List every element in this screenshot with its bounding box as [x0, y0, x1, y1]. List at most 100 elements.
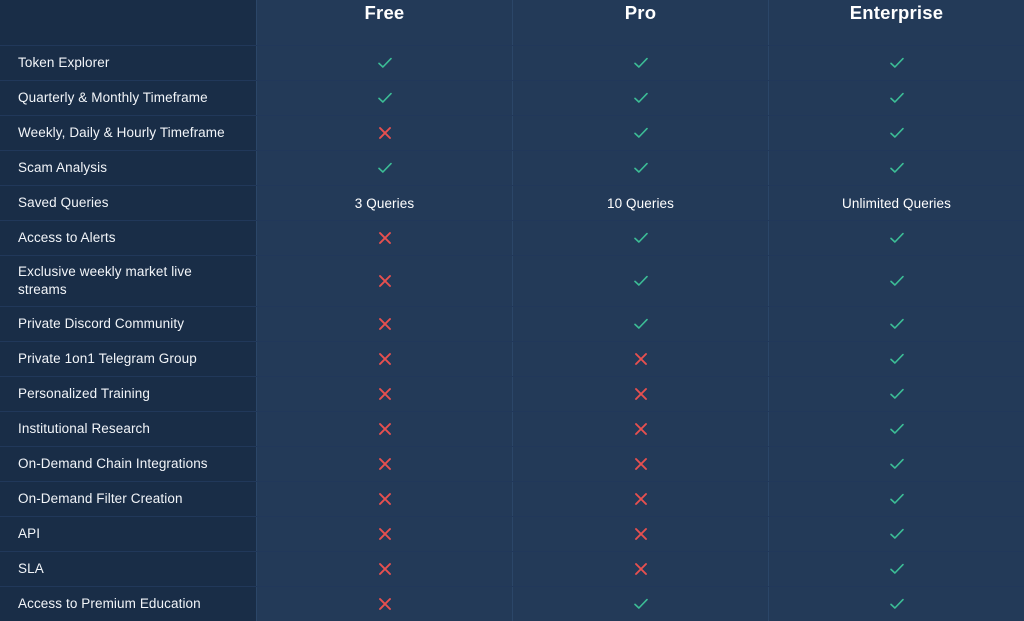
check-icon — [631, 53, 651, 73]
feature-label: Access to Alerts — [18, 230, 116, 246]
check-icon — [887, 489, 907, 509]
cell-value-text: 3 Queries — [354, 195, 415, 211]
cross-icon — [631, 349, 651, 369]
feature-label: Scam Analysis — [18, 160, 108, 176]
feature-label-cell: API — [0, 517, 256, 551]
check-icon — [887, 454, 907, 474]
cross-icon — [631, 419, 651, 439]
cell-enterprise — [768, 412, 1024, 446]
cross-icon — [375, 123, 395, 143]
cell-enterprise — [768, 81, 1024, 115]
table-header-row: Free Pro Enterprise — [0, 0, 1024, 46]
cell-free — [256, 256, 512, 306]
check-icon — [887, 228, 907, 248]
feature-label-cell: SLA — [0, 552, 256, 586]
check-icon — [631, 594, 651, 614]
check-icon — [887, 53, 907, 73]
feature-label-cell: Private 1on1 Telegram Group — [0, 342, 256, 376]
cell-value-text: Unlimited Queries — [842, 195, 951, 211]
cell-enterprise — [768, 221, 1024, 255]
cell-enterprise — [768, 116, 1024, 150]
feature-label-cell: Saved Queries — [0, 186, 256, 220]
cell-free — [256, 151, 512, 185]
table-row: Access to Alerts — [0, 221, 1024, 256]
check-icon — [887, 384, 907, 404]
cross-icon — [375, 419, 395, 439]
cell-free — [256, 447, 512, 481]
feature-label-cell: Quarterly & Monthly Timeframe — [0, 81, 256, 115]
table-row: Saved Queries 3 Queries 10 Queries Unlimite… — [0, 186, 1024, 221]
cell-pro — [512, 587, 768, 621]
feature-label: On-Demand Filter Creation — [18, 491, 183, 507]
check-icon — [887, 419, 907, 439]
feature-label: Saved Queries — [18, 195, 109, 211]
cell-enterprise — [768, 256, 1024, 306]
cell-free — [256, 46, 512, 80]
table-row: Private Discord Community — [0, 307, 1024, 342]
check-icon — [887, 88, 907, 108]
cross-icon — [375, 349, 395, 369]
check-icon — [887, 271, 907, 291]
cell-enterprise: Unlimited Queries — [768, 186, 1024, 220]
feature-label: Exclusive weekly market live streams — [18, 264, 192, 297]
column-header-label: Enterprise — [849, 2, 944, 23]
table-row: Token Explorer — [0, 46, 1024, 81]
cell-pro — [512, 116, 768, 150]
column-header-label: Free — [364, 2, 405, 23]
cross-icon — [631, 559, 651, 579]
cross-icon — [375, 314, 395, 334]
cell-pro — [512, 342, 768, 376]
column-header-pro[interactable]: Pro — [512, 0, 768, 45]
feature-label: Private 1on1 Telegram Group — [18, 351, 197, 367]
table-row: Scam Analysis — [0, 151, 1024, 186]
check-icon — [887, 524, 907, 544]
cell-free — [256, 517, 512, 551]
feature-label: On-Demand Chain Integrations — [18, 456, 208, 472]
feature-label: Private Discord Community — [18, 316, 185, 332]
check-icon — [631, 228, 651, 248]
check-icon — [631, 314, 651, 334]
cell-free — [256, 377, 512, 411]
check-icon — [375, 88, 395, 108]
cell-pro — [512, 517, 768, 551]
feature-label: Quarterly & Monthly Timeframe — [18, 90, 208, 106]
table-row: On-Demand Chain Integrations — [0, 447, 1024, 482]
table-row: Institutional Research — [0, 412, 1024, 447]
table-row: On-Demand Filter Creation — [0, 482, 1024, 517]
feature-label-cell: Token Explorer — [0, 46, 256, 80]
cross-icon — [375, 559, 395, 579]
cross-icon — [631, 524, 651, 544]
cell-free — [256, 552, 512, 586]
pricing-comparison-table: Free Pro Enterprise Token Explorer Quarterly… — [0, 0, 1024, 621]
cross-icon — [375, 228, 395, 248]
cell-enterprise — [768, 587, 1024, 621]
table-row: API — [0, 517, 1024, 552]
column-header-enterprise[interactable]: Enterprise — [768, 0, 1024, 45]
header-feature-column — [0, 0, 256, 45]
cell-enterprise — [768, 517, 1024, 551]
check-icon — [631, 158, 651, 178]
column-header-free[interactable]: Free — [256, 0, 512, 45]
cell-enterprise — [768, 46, 1024, 80]
feature-label: Token Explorer — [18, 55, 110, 71]
feature-label-cell: Weekly, Daily & Hourly Timeframe — [0, 116, 256, 150]
check-icon — [631, 271, 651, 291]
check-icon — [887, 559, 907, 579]
cell-free — [256, 412, 512, 446]
check-icon — [887, 349, 907, 369]
feature-label: Weekly, Daily & Hourly Timeframe — [18, 125, 225, 141]
cell-pro — [512, 221, 768, 255]
table-row: Personalized Training — [0, 377, 1024, 412]
cell-free — [256, 587, 512, 621]
cell-pro — [512, 377, 768, 411]
cell-pro — [512, 46, 768, 80]
cell-enterprise — [768, 447, 1024, 481]
cross-icon — [375, 454, 395, 474]
cross-icon — [631, 454, 651, 474]
cell-free — [256, 221, 512, 255]
cross-icon — [375, 489, 395, 509]
cross-icon — [375, 524, 395, 544]
feature-label-cell: Private Discord Community — [0, 307, 256, 341]
cell-value-text: 10 Queries — [606, 195, 675, 211]
cell-pro — [512, 412, 768, 446]
